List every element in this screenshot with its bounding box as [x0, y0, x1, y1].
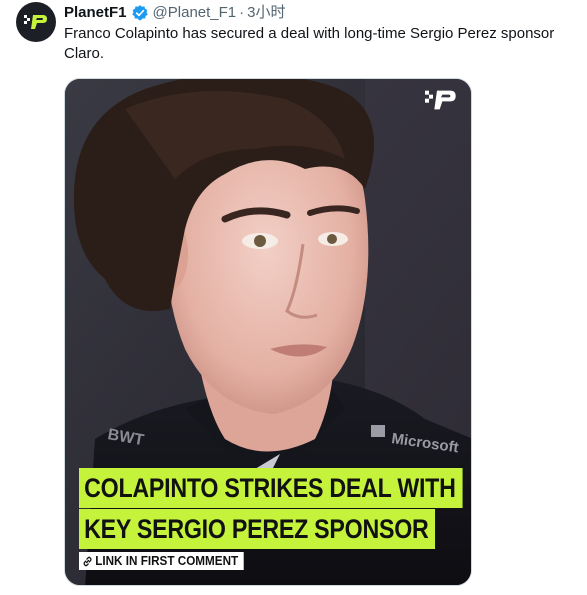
author-handle[interactable]: @Planet_F1 [153, 3, 237, 23]
planetf1-watermark-icon [425, 89, 457, 116]
link-icon [83, 556, 93, 567]
tweet-text: Franco Colapinto has secured a deal with… [64, 25, 555, 62]
tweet-header: PlanetF1 @Planet_F1 · 3小时 [64, 3, 285, 23]
tweet-media-image[interactable]: BWT Microsoft COLAPINTO STRIKES DEAL WIT… [64, 78, 472, 586]
separator-dot: · [239, 4, 245, 21]
tweet-timestamp[interactable]: 3小时 [247, 3, 285, 23]
link-in-comment-tag: LINK IN FIRST COMMENT [79, 552, 244, 570]
author-name[interactable]: PlanetF1 [64, 3, 127, 23]
link-label: LINK IN FIRST COMMENT [95, 553, 239, 568]
headline-line-1: COLAPINTO STRIKES DEAL WITH [79, 468, 463, 508]
verified-badge-icon [131, 4, 149, 22]
avatar[interactable] [16, 2, 56, 42]
planetf1-logo-icon [24, 15, 47, 29]
headline-line-2: KEY SERGIO PEREZ SPONSOR [79, 509, 436, 549]
